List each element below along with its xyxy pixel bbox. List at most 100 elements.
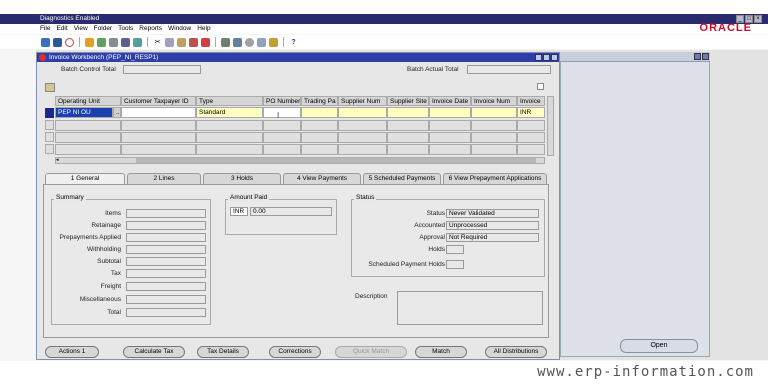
col-supplier-num[interactable]: Supplier Num [338, 96, 387, 106]
table-cell[interactable] [517, 132, 545, 143]
table-cell[interactable] [196, 144, 263, 155]
zoom-icon[interactable] [65, 37, 74, 47]
new-icon[interactable] [97, 37, 106, 47]
horizontal-scrollbar[interactable]: ◂ [55, 157, 545, 164]
table-cell[interactable] [121, 132, 196, 143]
type-cell[interactable]: Standard [196, 107, 263, 118]
col-operating-unit[interactable]: Operating Unit [55, 96, 121, 106]
table-cell[interactable] [55, 132, 121, 143]
table-cell[interactable] [387, 132, 429, 143]
table-cell[interactable] [471, 120, 517, 131]
table-row[interactable] [45, 120, 545, 131]
delete-icon[interactable] [201, 37, 210, 47]
table-cell[interactable] [301, 144, 338, 155]
holds-field[interactable] [446, 245, 464, 254]
table-cell[interactable] [471, 132, 517, 143]
table-cell[interactable] [429, 132, 471, 143]
folder-icon[interactable] [245, 37, 254, 47]
calculate-tax-button[interactable]: Calculate Tax [123, 346, 185, 358]
row-indicator[interactable] [45, 132, 54, 142]
items-field[interactable] [126, 209, 206, 218]
print-icon[interactable] [121, 37, 130, 47]
save-icon[interactable] [85, 37, 94, 47]
freight-field[interactable] [126, 282, 206, 291]
current-row-indicator[interactable] [45, 108, 54, 118]
tools-icon[interactable] [269, 37, 278, 47]
quick-match-button[interactable]: Quick Match [335, 346, 407, 358]
scrollbar-thumb[interactable] [136, 158, 536, 163]
menu-window[interactable]: Window [168, 24, 191, 34]
table-cell[interactable] [387, 144, 429, 155]
table-cell[interactable] [338, 144, 387, 155]
prepayments-applied-field[interactable] [126, 233, 206, 242]
folder-tools-icon[interactable] [45, 83, 55, 92]
table-cell[interactable] [196, 120, 263, 131]
table-cell[interactable] [121, 144, 196, 155]
invoice-num-cell[interactable] [471, 107, 517, 118]
cut-icon[interactable]: ✂ [153, 38, 162, 47]
trading-partner-cell[interactable] [301, 107, 338, 118]
table-cell[interactable] [55, 120, 121, 131]
tab-general[interactable]: 1 General [45, 173, 125, 184]
table-cell[interactable] [429, 144, 471, 155]
col-trading-partner[interactable]: Trading Pa [301, 96, 338, 106]
menu-tools[interactable]: Tools [118, 24, 133, 34]
scroll-left-icon[interactable]: ◂ [56, 158, 62, 163]
corrections-button[interactable]: Corrections [269, 346, 321, 358]
tab-scheduled-payments[interactable]: 5 Scheduled Payments [363, 173, 441, 184]
supplier-num-cell[interactable] [338, 107, 387, 118]
menu-edit[interactable]: Edit [56, 24, 67, 34]
batch-control-total-field[interactable] [123, 65, 201, 74]
tax-field[interactable] [126, 269, 206, 278]
row-indicator[interactable] [45, 144, 54, 154]
attachments-icon[interactable] [257, 37, 266, 47]
table-cell[interactable] [301, 120, 338, 131]
minimize-icon[interactable] [694, 53, 701, 60]
retainage-field[interactable] [126, 221, 206, 230]
menu-reports[interactable]: Reports [139, 24, 162, 34]
invoice-date-cell[interactable] [429, 107, 471, 118]
translate-icon[interactable] [233, 37, 242, 47]
close-icon[interactable] [702, 53, 709, 60]
table-cell[interactable] [387, 120, 429, 131]
help-icon[interactable]: ? [289, 38, 298, 47]
table-cell[interactable] [263, 132, 301, 143]
tab-holds[interactable]: 3 Holds [203, 173, 281, 184]
supplier-site-cell[interactable] [387, 107, 429, 118]
invoice-currency-cell[interactable]: INR [517, 107, 545, 118]
col-type[interactable]: Type [196, 96, 263, 106]
close-icon[interactable] [551, 54, 558, 61]
navigate-icon[interactable] [53, 37, 62, 47]
copy-icon[interactable] [165, 37, 174, 47]
miscellaneous-field[interactable] [126, 295, 206, 304]
table-cell[interactable] [471, 144, 517, 155]
col-invoice-num[interactable]: Invoice Num [471, 96, 517, 106]
tab-view-payments[interactable]: 4 View Payments [283, 173, 361, 184]
close-icon[interactable]: × [754, 15, 762, 23]
accounted-value[interactable]: Unprocessed [446, 221, 539, 230]
total-field[interactable] [126, 308, 206, 317]
table-cell[interactable] [338, 132, 387, 143]
table-cell[interactable] [338, 120, 387, 131]
col-customer-taxpayer-id[interactable]: Customer Taxpayer ID [121, 96, 196, 106]
status-value[interactable]: Never Validated [446, 209, 539, 218]
scheduled-payment-holds-field[interactable] [446, 260, 464, 269]
table-cell[interactable] [517, 120, 545, 131]
col-invoice-currency[interactable]: Invoice [517, 96, 545, 106]
po-number-cell[interactable] [263, 107, 301, 118]
amount-paid-value[interactable]: 0.00 [250, 207, 332, 216]
menu-folder[interactable]: Folder [94, 24, 112, 34]
amount-paid-currency[interactable]: INR [230, 207, 248, 216]
row-indicator[interactable] [45, 120, 54, 130]
table-row[interactable] [45, 144, 545, 155]
minimize-icon[interactable] [535, 54, 542, 61]
col-invoice-date[interactable]: Invoice Date [429, 96, 471, 106]
col-po-number[interactable]: PO Number [263, 96, 301, 106]
match-button[interactable]: Match [415, 346, 467, 358]
tax-details-button[interactable]: Tax Details [197, 346, 249, 358]
table-cell[interactable] [196, 132, 263, 143]
approval-value[interactable]: Not Required [446, 233, 539, 242]
menu-file[interactable]: File [40, 24, 50, 34]
open-icon[interactable] [41, 37, 50, 47]
vertical-scrollbar[interactable] [547, 96, 554, 156]
